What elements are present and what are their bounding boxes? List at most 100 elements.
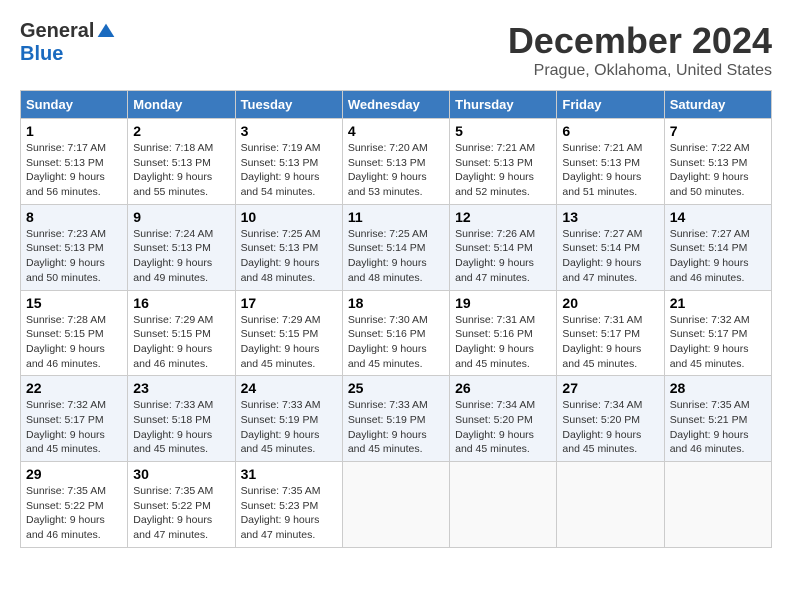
calendar-header-row: SundayMondayTuesdayWednesdayThursdayFrid… [21,91,772,119]
calendar-cell: 26 Sunrise: 7:34 AMSunset: 5:20 PMDayligh… [450,376,557,462]
logo-general-text: General [20,20,94,43]
day-number: 29 [26,466,122,482]
calendar-cell: 27 Sunrise: 7:34 AMSunset: 5:20 PMDayligh… [557,376,664,462]
day-number: 8 [26,209,122,225]
day-info: Sunrise: 7:35 AMSunset: 5:22 PMDaylight:… [133,484,229,543]
day-number: 5 [455,123,551,139]
day-number: 24 [241,380,337,396]
day-info: Sunrise: 7:29 AMSunset: 5:15 PMDaylight:… [133,313,229,372]
calendar-header-monday: Monday [128,91,235,119]
calendar-week-row: 29 Sunrise: 7:35 AMSunset: 5:22 PMDayligh… [21,462,772,548]
calendar-cell: 4 Sunrise: 7:20 AMSunset: 5:13 PMDaylight… [342,119,449,205]
calendar-cell: 31 Sunrise: 7:35 AMSunset: 5:23 PMDayligh… [235,462,342,548]
day-info: Sunrise: 7:25 AMSunset: 5:14 PMDaylight:… [348,227,444,286]
day-number: 15 [26,295,122,311]
calendar-cell: 13 Sunrise: 7:27 AMSunset: 5:14 PMDayligh… [557,204,664,290]
calendar-header-saturday: Saturday [664,91,771,119]
day-info: Sunrise: 7:21 AMSunset: 5:13 PMDaylight:… [562,141,658,200]
calendar-week-row: 8 Sunrise: 7:23 AMSunset: 5:13 PMDaylight… [21,204,772,290]
day-info: Sunrise: 7:32 AMSunset: 5:17 PMDaylight:… [670,313,766,372]
calendar-cell: 3 Sunrise: 7:19 AMSunset: 5:13 PMDaylight… [235,119,342,205]
calendar-cell: 23 Sunrise: 7:33 AMSunset: 5:18 PMDayligh… [128,376,235,462]
calendar-cell: 8 Sunrise: 7:23 AMSunset: 5:13 PMDaylight… [21,204,128,290]
day-number: 27 [562,380,658,396]
day-info: Sunrise: 7:35 AMSunset: 5:21 PMDaylight:… [670,398,766,457]
day-number: 13 [562,209,658,225]
logo: General Blue [20,20,116,66]
day-number: 21 [670,295,766,311]
day-info: Sunrise: 7:21 AMSunset: 5:13 PMDaylight:… [455,141,551,200]
calendar-cell: 19 Sunrise: 7:31 AMSunset: 5:16 PMDayligh… [450,290,557,376]
day-info: Sunrise: 7:27 AMSunset: 5:14 PMDaylight:… [670,227,766,286]
calendar-cell: 7 Sunrise: 7:22 AMSunset: 5:13 PMDaylight… [664,119,771,205]
day-info: Sunrise: 7:35 AMSunset: 5:23 PMDaylight:… [241,484,337,543]
calendar-cell [557,462,664,548]
calendar-cell: 30Sunrise: 7:35 AMSunset: 5:22 PMDayligh… [128,462,235,548]
calendar-table: SundayMondayTuesdayWednesdayThursdayFrid… [20,90,772,548]
day-info: Sunrise: 7:19 AMSunset: 5:13 PMDaylight:… [241,141,337,200]
day-number: 19 [455,295,551,311]
day-info: Sunrise: 7:34 AMSunset: 5:20 PMDaylight:… [455,398,551,457]
day-info: Sunrise: 7:30 AMSunset: 5:16 PMDaylight:… [348,313,444,372]
day-info: Sunrise: 7:33 AMSunset: 5:18 PMDaylight:… [133,398,229,457]
calendar-cell: 24 Sunrise: 7:33 AMSunset: 5:19 PMDayligh… [235,376,342,462]
calendar-cell: 10Sunrise: 7:25 AMSunset: 5:13 PMDayligh… [235,204,342,290]
day-info: Sunrise: 7:18 AMSunset: 5:13 PMDaylight:… [133,141,229,200]
calendar-cell: 1 Sunrise: 7:17 AMSunset: 5:13 PMDaylight… [21,119,128,205]
day-info: Sunrise: 7:32 AMSunset: 5:17 PMDaylight:… [26,398,122,457]
calendar-cell: 22Sunrise: 7:32 AMSunset: 5:17 PMDayligh… [21,376,128,462]
day-number: 31 [241,466,337,482]
day-number: 16 [133,295,229,311]
day-number: 20 [562,295,658,311]
day-info: Sunrise: 7:34 AMSunset: 5:20 PMDaylight:… [562,398,658,457]
day-info: Sunrise: 7:24 AMSunset: 5:13 PMDaylight:… [133,227,229,286]
day-info: Sunrise: 7:33 AMSunset: 5:19 PMDaylight:… [241,398,337,457]
day-number: 26 [455,380,551,396]
day-number: 9 [133,209,229,225]
calendar-cell: 28 Sunrise: 7:35 AMSunset: 5:21 PMDayligh… [664,376,771,462]
calendar-cell: 25Sunrise: 7:33 AMSunset: 5:19 PMDayligh… [342,376,449,462]
calendar-week-row: 15Sunrise: 7:28 AMSunset: 5:15 PMDayligh… [21,290,772,376]
day-number: 17 [241,295,337,311]
calendar-header-wednesday: Wednesday [342,91,449,119]
calendar-header-sunday: Sunday [21,91,128,119]
day-info: Sunrise: 7:27 AMSunset: 5:14 PMDaylight:… [562,227,658,286]
day-info: Sunrise: 7:20 AMSunset: 5:13 PMDaylight:… [348,141,444,200]
day-number: 6 [562,123,658,139]
day-number: 1 [26,123,122,139]
calendar-cell: 15Sunrise: 7:28 AMSunset: 5:15 PMDayligh… [21,290,128,376]
calendar-cell: 14 Sunrise: 7:27 AMSunset: 5:14 PMDayligh… [664,204,771,290]
day-number: 14 [670,209,766,225]
day-number: 23 [133,380,229,396]
day-number: 4 [348,123,444,139]
day-number: 2 [133,123,229,139]
calendar-cell: 11 Sunrise: 7:25 AMSunset: 5:14 PMDayligh… [342,204,449,290]
day-number: 7 [670,123,766,139]
calendar-cell: 18 Sunrise: 7:30 AMSunset: 5:16 PMDayligh… [342,290,449,376]
day-info: Sunrise: 7:26 AMSunset: 5:14 PMDaylight:… [455,227,551,286]
day-info: Sunrise: 7:22 AMSunset: 5:13 PMDaylight:… [670,141,766,200]
day-info: Sunrise: 7:17 AMSunset: 5:13 PMDaylight:… [26,141,122,200]
logo-blue-text: Blue [20,43,63,66]
calendar-cell [342,462,449,548]
day-number: 3 [241,123,337,139]
day-number: 12 [455,209,551,225]
calendar-header-tuesday: Tuesday [235,91,342,119]
day-info: Sunrise: 7:25 AMSunset: 5:13 PMDaylight:… [241,227,337,286]
calendar-week-row: 22Sunrise: 7:32 AMSunset: 5:17 PMDayligh… [21,376,772,462]
day-number: 28 [670,380,766,396]
calendar-cell: 21 Sunrise: 7:32 AMSunset: 5:17 PMDayligh… [664,290,771,376]
day-number: 25 [348,380,444,396]
page-header: General Blue December 2024 Prague, Oklah… [20,20,772,80]
calendar-cell: 16 Sunrise: 7:29 AMSunset: 5:15 PMDayligh… [128,290,235,376]
calendar-header-thursday: Thursday [450,91,557,119]
main-title: December 2024 [508,20,772,62]
calendar-cell: 6 Sunrise: 7:21 AMSunset: 5:13 PMDaylight… [557,119,664,205]
day-number: 18 [348,295,444,311]
day-info: Sunrise: 7:23 AMSunset: 5:13 PMDaylight:… [26,227,122,286]
calendar-cell: 5 Sunrise: 7:21 AMSunset: 5:13 PMDaylight… [450,119,557,205]
day-number: 11 [348,209,444,225]
calendar-cell: 29Sunrise: 7:35 AMSunset: 5:22 PMDayligh… [21,462,128,548]
calendar-cell: 12 Sunrise: 7:26 AMSunset: 5:14 PMDayligh… [450,204,557,290]
day-info: Sunrise: 7:31 AMSunset: 5:16 PMDaylight:… [455,313,551,372]
